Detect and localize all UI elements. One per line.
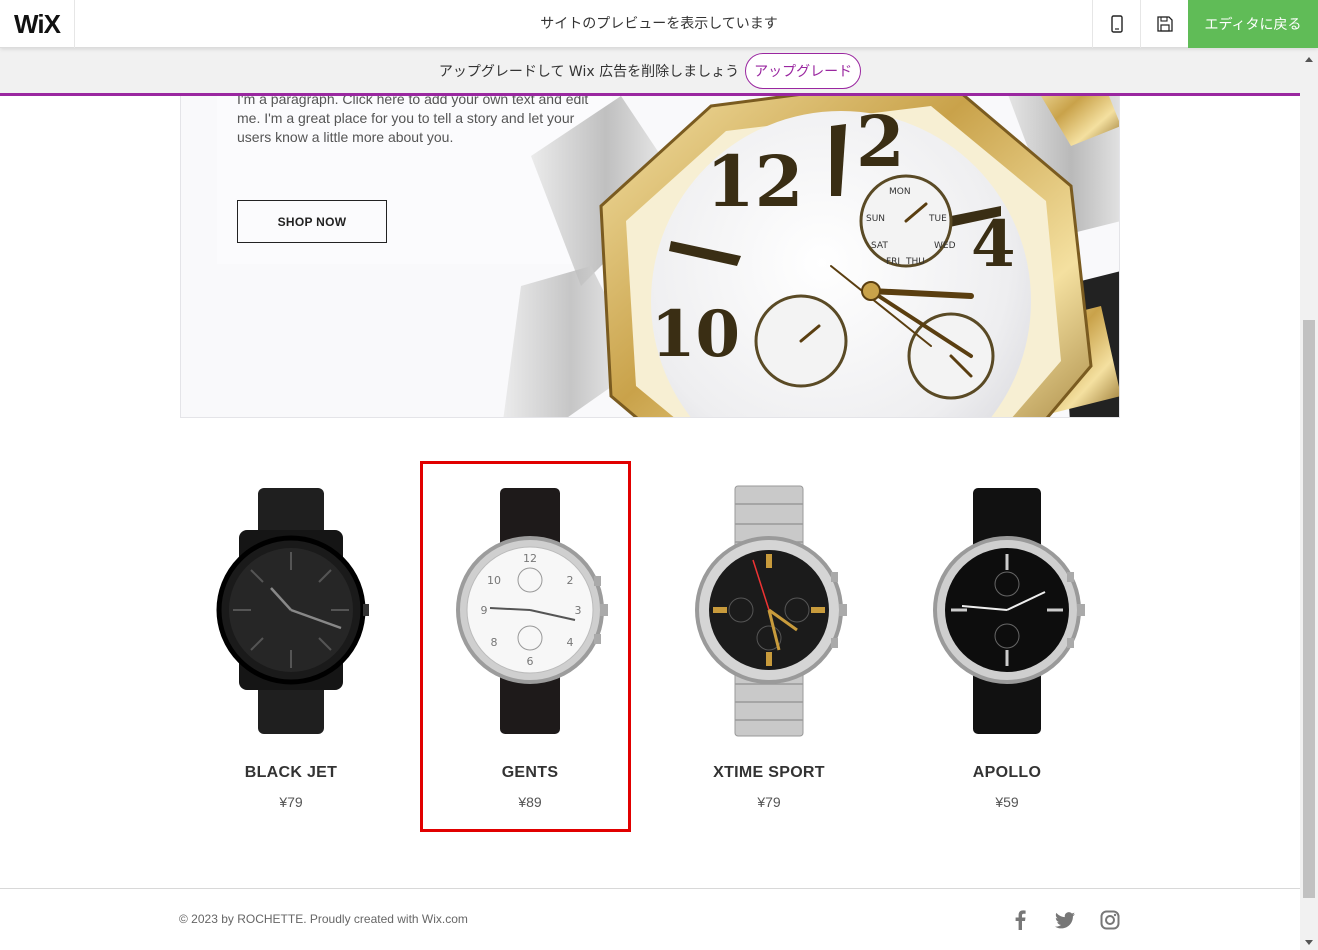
- svg-text:SUN: SUN: [866, 214, 885, 224]
- svg-text:TUE: TUE: [928, 214, 947, 224]
- product-card[interactable]: 12 3 6 9 10 2 8 4 GENTS ¥89: [430, 470, 630, 830]
- upgrade-button[interactable]: アップグレード: [745, 52, 862, 89]
- product-name: GENTS: [501, 764, 559, 781]
- svg-text:MON: MON: [889, 187, 911, 197]
- twitter-icon[interactable]: [1053, 908, 1077, 932]
- product-price: ¥79: [757, 794, 781, 810]
- footer-divider: [0, 888, 1300, 889]
- product-card[interactable]: XTIME SPORT ¥79: [669, 470, 869, 830]
- product-image-apollo: [933, 488, 1085, 734]
- scroll-down-arrow-icon[interactable]: [1300, 938, 1318, 948]
- footer-copyright: © 2023 by ROCHETTE. Proudly created with…: [179, 912, 468, 926]
- save-button[interactable]: [1140, 0, 1188, 48]
- save-icon: [1156, 16, 1173, 32]
- product-price: ¥89: [518, 794, 542, 810]
- svg-text:WED: WED: [934, 241, 956, 251]
- svg-text:4: 4: [567, 636, 574, 649]
- product-card[interactable]: BLACK JET ¥79: [191, 470, 391, 830]
- svg-text:FRI: FRI: [886, 257, 900, 267]
- product-image-xtime-sport: [695, 485, 847, 737]
- svg-text:THU: THU: [905, 257, 925, 267]
- svg-text:9: 9: [481, 604, 488, 617]
- shop-now-button[interactable]: SHOP NOW: [237, 200, 387, 243]
- preview-toolbar: WiX サイトのプレビューを表示しています エディタに戻る: [0, 0, 1318, 48]
- hero-section: I'm a paragraph. Click here to add your …: [180, 96, 1120, 418]
- back-to-editor-button[interactable]: エディタに戻る: [1188, 0, 1318, 48]
- product-price: ¥79: [279, 794, 303, 810]
- svg-text:12: 12: [523, 552, 537, 565]
- upgrade-banner: アップグレードして Wix 広告を削除しましょう アップグレード: [0, 48, 1300, 96]
- svg-text:6: 6: [527, 655, 534, 668]
- page-scrollbar[interactable]: [1300, 48, 1318, 950]
- wix-logo[interactable]: WiX: [0, 0, 75, 48]
- mobile-view-button[interactable]: [1092, 0, 1140, 48]
- svg-text:SAT: SAT: [871, 241, 888, 251]
- product-name: XTIME SPORT: [713, 764, 825, 781]
- svg-text:10: 10: [651, 297, 740, 372]
- product-card[interactable]: APOLLO ¥59: [907, 470, 1107, 830]
- svg-text:2: 2: [856, 100, 905, 183]
- mobile-view-icon: [1110, 15, 1123, 33]
- product-name: APOLLO: [972, 764, 1042, 781]
- scrollbar-thumb[interactable]: [1303, 320, 1315, 898]
- scroll-up-arrow-icon[interactable]: [1300, 52, 1318, 62]
- svg-text:8: 8: [491, 636, 498, 649]
- facebook-icon[interactable]: [1008, 908, 1032, 932]
- product-price: ¥59: [995, 794, 1019, 810]
- hero-watch-image: 12 2 4 10 MON SUN TUE SAT WED FRI THU: [503, 96, 1119, 417]
- svg-text:12: 12: [706, 140, 803, 223]
- product-image-black-jet: [216, 488, 369, 734]
- instagram-icon[interactable]: [1098, 908, 1122, 932]
- product-name: BLACK JET: [244, 764, 338, 781]
- svg-text:10: 10: [487, 574, 501, 587]
- svg-text:2: 2: [567, 574, 574, 587]
- upgrade-text: アップグレードして Wix 広告を削除しましょう: [438, 63, 740, 80]
- product-image-gents: 12 3 6 9 10 2 8 4: [456, 488, 608, 734]
- svg-text:3: 3: [575, 604, 582, 617]
